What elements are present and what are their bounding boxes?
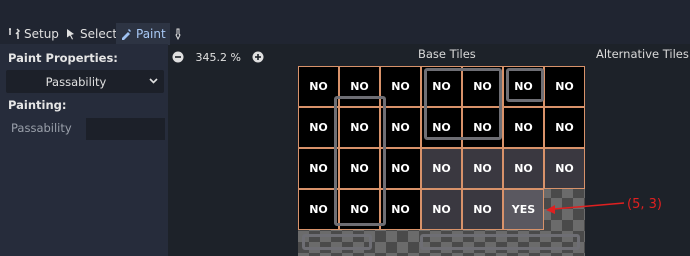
passability-cell[interactable]: NO <box>298 148 339 189</box>
select-label: Select <box>80 27 118 41</box>
passability-cell[interactable]: NO <box>380 107 421 148</box>
brush-icon <box>122 29 131 40</box>
passability-cell[interactable]: NO <box>544 107 585 148</box>
passability-cell[interactable]: NO <box>544 66 585 107</box>
passability-cell[interactable]: NO <box>380 189 421 230</box>
base-tiles-heading: Base Tiles <box>418 47 476 61</box>
eyedropper-button[interactable] <box>174 23 186 45</box>
passability-cell[interactable]: NO <box>544 148 585 189</box>
passability-cell[interactable]: NO <box>421 66 462 107</box>
passability-cell[interactable]: NO <box>339 148 380 189</box>
passability-cell[interactable]: NO <box>339 189 380 230</box>
tab-paint[interactable]: Paint <box>116 23 170 45</box>
passability-cell[interactable]: NO <box>298 189 339 230</box>
zoom-out-icon[interactable] <box>172 51 184 63</box>
passability-cell[interactable]: NO <box>380 66 421 107</box>
paint-properties-heading: Paint Properties: <box>8 51 118 65</box>
alternative-tiles-heading: Alternative Tiles <box>596 47 689 61</box>
painting-heading: Painting: <box>8 98 67 112</box>
chevron-down-icon <box>149 78 158 84</box>
passability-cell[interactable]: NO <box>339 107 380 148</box>
tile-atlas[interactable]: NO NO NO NO NO NO NO NO NO NO NO NO NO NO NO NO NO NO NO NO… <box>298 66 585 256</box>
passability-cell[interactable]: NO <box>380 148 421 189</box>
property-dropdown[interactable]: Passability <box>6 70 164 93</box>
setup-label: Setup <box>24 27 59 41</box>
passability-cell[interactable]: NO <box>462 189 503 230</box>
passability-cell[interactable]: YES <box>503 189 544 230</box>
toolbar: Setup Select Paint <box>0 0 690 45</box>
paint-label: Paint <box>136 27 166 41</box>
painting-field-label: Passability <box>11 121 72 135</box>
passability-cell[interactable]: NO <box>462 148 503 189</box>
zoom-in-icon[interactable] <box>252 51 264 63</box>
coordinate-annotation: (5, 3) <box>627 197 662 212</box>
passability-cell[interactable]: NO <box>421 107 462 148</box>
passability-cell[interactable]: NO <box>421 189 462 230</box>
painting-value-field[interactable] <box>86 118 165 140</box>
passability-cell[interactable]: NO <box>503 66 544 107</box>
passability-cell[interactable]: NO <box>298 107 339 148</box>
eyedropper-icon <box>175 28 181 40</box>
cursor-icon <box>67 29 74 40</box>
zoom-level: 345.2 % <box>195 50 241 64</box>
tab-select[interactable]: Select <box>66 23 117 45</box>
passability-cell[interactable]: NO <box>339 66 380 107</box>
passability-cell[interactable]: NO <box>462 107 503 148</box>
annotation-arrow-icon <box>546 202 625 214</box>
wrench-icon <box>9 28 20 39</box>
zoom-bar: 345.2 % <box>172 50 264 64</box>
passability-cell[interactable]: NO <box>421 148 462 189</box>
passability-cell[interactable]: NO <box>503 148 544 189</box>
passability-cell[interactable]: NO <box>462 66 503 107</box>
property-dropdown-value: Passability <box>45 75 107 89</box>
tab-setup[interactable]: Setup <box>8 23 59 45</box>
passability-cell[interactable]: NO <box>503 107 544 148</box>
passability-cell[interactable]: NO <box>298 66 339 107</box>
